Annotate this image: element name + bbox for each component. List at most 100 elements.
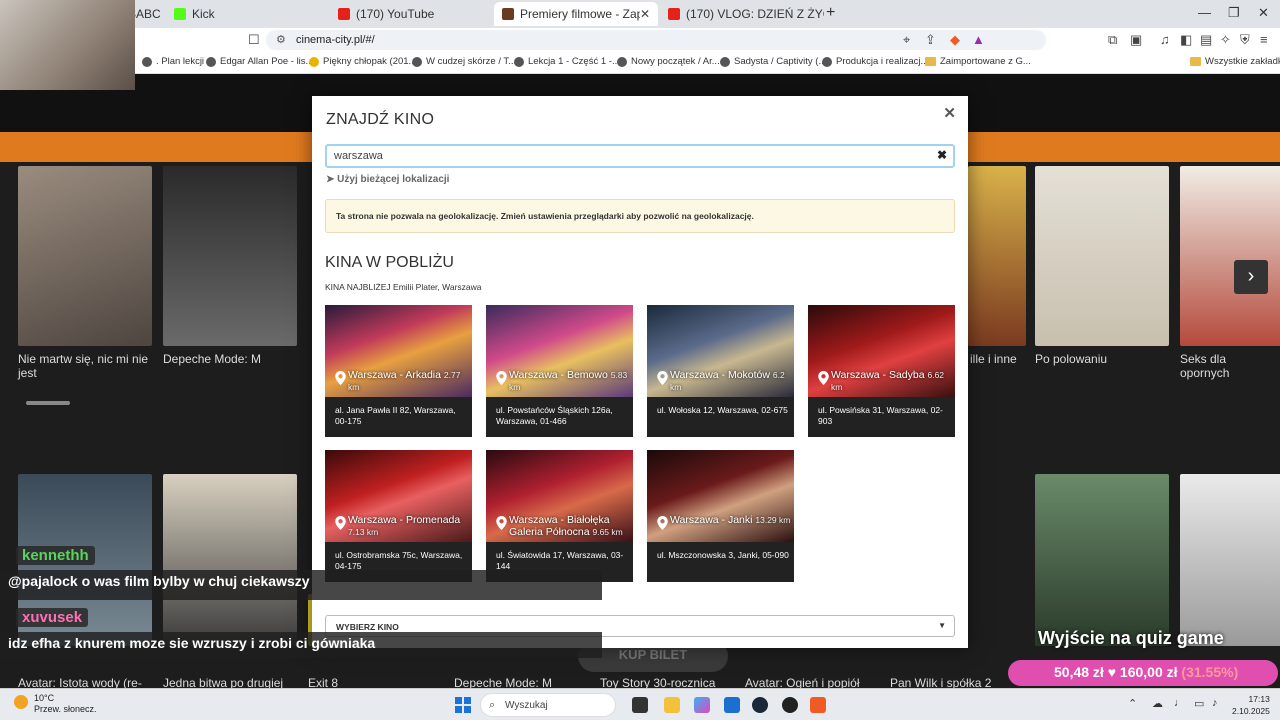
vpn-icon[interactable]: ⛨ bbox=[1240, 32, 1250, 48]
store-icon[interactable] bbox=[724, 697, 740, 713]
screenshot-icon[interactable]: ▣ bbox=[1130, 32, 1142, 48]
bookmark-item[interactable]: W cudzej skórze / T... bbox=[412, 56, 516, 67]
cinema-search-input[interactable] bbox=[325, 144, 955, 168]
minimize-icon[interactable]: — bbox=[1198, 5, 1211, 20]
steam-icon[interactable] bbox=[752, 697, 768, 713]
bookmark-favicon-icon bbox=[412, 56, 422, 67]
movie-poster[interactable] bbox=[1180, 474, 1280, 646]
movie-poster[interactable] bbox=[968, 166, 1026, 346]
start-button[interactable] bbox=[455, 697, 471, 713]
movie-title[interactable]: ille i inne bbox=[970, 352, 1030, 366]
tab-kick[interactable]: Kick bbox=[166, 2, 328, 26]
close-window-icon[interactable]: ✕ bbox=[1258, 5, 1269, 21]
carousel-next-button[interactable]: › bbox=[1234, 260, 1268, 294]
find-cinema-modal: ZNAJDŹ KINO ✕ ✖ ➤ Użyj bieżącej lokaliza… bbox=[312, 96, 968, 648]
cinema-name: Warszawa - Bemowo 5.83 km bbox=[496, 369, 632, 393]
movie-poster[interactable] bbox=[1035, 474, 1169, 646]
bookmark-label: Nowy początek / Ar... bbox=[631, 56, 720, 67]
buy-ticket-label: KUP BILET bbox=[618, 647, 688, 662]
bookmark-label: Sadysta / Captivity (... bbox=[734, 56, 827, 67]
cinema-card[interactable]: Warszawa - Sadyba 6.62 km ul. Powsińska … bbox=[808, 305, 955, 437]
file-explorer-icon[interactable] bbox=[664, 697, 680, 713]
media-icon[interactable]: ♫ bbox=[1160, 32, 1170, 47]
location-icon[interactable]: ⌖ bbox=[903, 32, 910, 48]
onedrive-icon[interactable]: ☁ bbox=[1152, 697, 1163, 710]
tray-chevron-icon[interactable]: ⌃ bbox=[1128, 697, 1137, 710]
weather-text: Przew. słonecz. bbox=[34, 704, 97, 714]
movie-title[interactable]: Toy Story 30-rocznica bbox=[600, 676, 740, 688]
network-icon[interactable]: ▭ bbox=[1194, 697, 1204, 710]
movie-poster[interactable] bbox=[163, 474, 297, 646]
movie-poster[interactable] bbox=[1035, 166, 1169, 346]
movie-title[interactable]: Po polowaniu bbox=[1035, 352, 1175, 366]
share-icon[interactable]: ⇪ bbox=[925, 32, 936, 48]
site-settings-icon[interactable]: ⚙ bbox=[276, 30, 286, 50]
bookmark-item[interactable]: . Plan lekcji bbox=[142, 56, 204, 67]
movie-title[interactable]: Seks dla opornych bbox=[1180, 352, 1276, 380]
obs-icon[interactable] bbox=[782, 697, 798, 713]
brave-shield-icon[interactable]: ◆ bbox=[950, 32, 960, 48]
copilot-icon[interactable] bbox=[694, 697, 710, 713]
bookmarks-bar: . Plan lekcji Edgar Allan Poe - lis... P… bbox=[0, 52, 1280, 74]
clear-search-icon[interactable]: ✖ bbox=[937, 148, 947, 162]
close-modal-icon[interactable]: ✕ bbox=[943, 104, 956, 122]
sidebar-icon[interactable]: ◧ bbox=[1180, 32, 1192, 48]
cinema-name: Warszawa - Janki 13.29 km bbox=[657, 514, 793, 526]
bookmark-folder[interactable]: Zaimportowane z G... bbox=[925, 56, 1031, 67]
leo-ai-icon[interactable]: ✧ bbox=[1220, 32, 1231, 48]
cinema-distance: 9.65 km bbox=[592, 527, 623, 537]
cinema-card[interactable]: Warszawa - Bemowo 5.83 km ul. Powstańców… bbox=[486, 305, 633, 437]
youtube-icon bbox=[668, 8, 680, 20]
bookmark-favicon-icon bbox=[720, 56, 730, 67]
system-clock[interactable]: 17:13 2.10.2025 bbox=[1232, 693, 1270, 717]
brave-rewards-icon[interactable]: ▲ bbox=[972, 32, 985, 47]
movie-title[interactable]: Depeche Mode: M bbox=[163, 352, 303, 366]
microphone-icon[interactable]: ♩ bbox=[1174, 697, 1185, 709]
movie-poster[interactable] bbox=[163, 166, 297, 346]
movie-title[interactable]: Avatar: Istota wody (re- bbox=[18, 676, 158, 688]
extensions-icon[interactable]: ⧉ bbox=[1108, 32, 1117, 48]
tab-cinema-city[interactable]: Premiery filmowe - Zapowiedzi ✕ bbox=[494, 2, 658, 26]
cinema-card[interactable]: Warszawa - Białołęka Galeria Północna 9.… bbox=[486, 450, 633, 582]
cinema-card[interactable]: Warszawa - Mokotów 6.2 km ul. Wołoska 12… bbox=[647, 305, 794, 437]
cinema-card[interactable]: Warszawa - Arkadia 2.77 km al. Jana Pawł… bbox=[325, 305, 472, 437]
volume-icon[interactable]: ♪ bbox=[1212, 697, 1218, 709]
movie-poster[interactable] bbox=[18, 166, 152, 346]
close-tab-icon[interactable]: ✕ bbox=[640, 7, 650, 21]
movie-title[interactable]: Jedna bitwa po drugiej bbox=[163, 676, 303, 688]
chat-message: @pajalock o was film bylby w chuj ciekaw… bbox=[0, 570, 602, 600]
bookmark-icon[interactable]: ☐ bbox=[248, 32, 260, 48]
bookmark-item[interactable]: Lekcja 1 - Część 1 -... bbox=[514, 56, 620, 67]
new-tab-button[interactable]: + bbox=[826, 4, 835, 22]
bookmark-item[interactable]: Piękny chłopak (201... bbox=[309, 56, 416, 67]
weather-widget[interactable]: 10°C Przew. słonecz. bbox=[14, 693, 97, 715]
address-bar-row: ☐ ⚙ cinema-city.pl/#/ ⌖ ⇪ ◆ ▲ ⧉ ▣ ♫ ◧ ▤ … bbox=[0, 28, 1280, 52]
movie-title[interactable]: Avatar: Ogień i popiół bbox=[745, 676, 885, 688]
bookmark-item[interactable]: Nowy początek / Ar... bbox=[617, 56, 720, 67]
bookmark-item[interactable]: Sadysta / Captivity (... bbox=[720, 56, 826, 67]
bookmark-label: W cudzej skórze / T... bbox=[426, 56, 517, 67]
tab-youtube-vlog[interactable]: (170) VLOG: DZIEŃ Z ŻYCIA WIŚNIEW bbox=[660, 2, 824, 26]
brave-browser-icon[interactable] bbox=[810, 697, 826, 713]
tab-youtube[interactable]: (170) YouTube bbox=[330, 2, 492, 26]
location-arrow-icon: ➤ bbox=[326, 174, 335, 185]
movie-title[interactable]: Nie martw się, nic mi nie jest bbox=[18, 352, 158, 380]
bookmark-item[interactable]: Produkcja i realizacj... bbox=[822, 56, 928, 67]
maximize-icon[interactable]: ❐ bbox=[1228, 5, 1240, 21]
movie-poster[interactable] bbox=[1180, 166, 1280, 346]
cinema-name: Warszawa - Promenada 7.13 km bbox=[335, 514, 471, 538]
movie-title[interactable]: Exit 8 bbox=[308, 676, 448, 688]
cinema-card[interactable]: Warszawa - Promenada 7.13 km ul. Ostrobr… bbox=[325, 450, 472, 582]
bookmark-label: Wszystkie zakładki bbox=[1205, 56, 1280, 67]
tab-label: Kick bbox=[192, 7, 215, 21]
movie-title[interactable]: Depeche Mode: M bbox=[454, 676, 594, 688]
cinema-card[interactable]: Warszawa - Janki 13.29 km ul. Mszczonows… bbox=[647, 450, 794, 582]
wallet-icon[interactable]: ▤ bbox=[1200, 32, 1212, 48]
bookmark-item[interactable]: Edgar Allan Poe - lis... bbox=[206, 56, 313, 67]
taskbar-search[interactable]: ⌕ Wyszukaj bbox=[480, 693, 616, 717]
use-location-link[interactable]: ➤ Użyj bieżącej lokalizacji bbox=[326, 174, 449, 185]
all-bookmarks-folder[interactable]: Wszystkie zakładki bbox=[1190, 56, 1280, 67]
menu-icon[interactable]: ≡ bbox=[1260, 32, 1268, 47]
caret-down-icon: ▼ bbox=[938, 621, 946, 630]
task-view-icon[interactable] bbox=[632, 697, 648, 713]
